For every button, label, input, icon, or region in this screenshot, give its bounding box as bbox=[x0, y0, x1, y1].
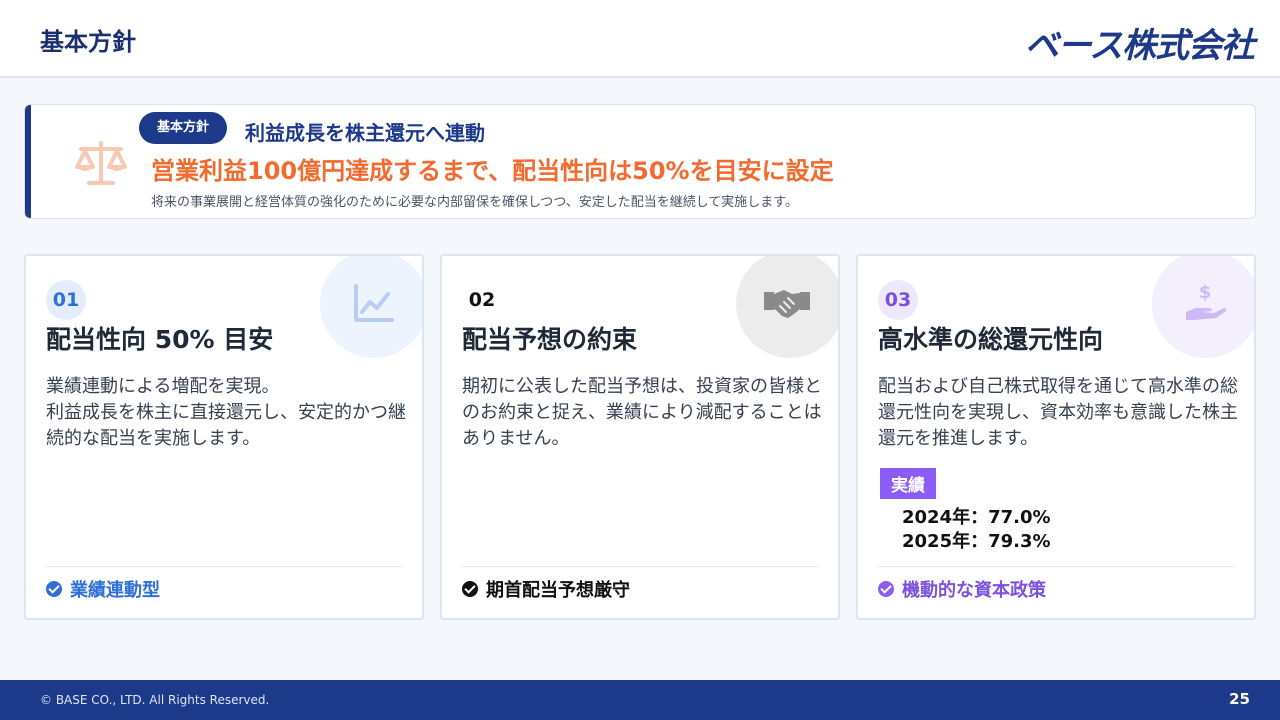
check-circle-icon bbox=[46, 581, 62, 597]
card-divider bbox=[878, 566, 1234, 567]
card-body-line: 利益成長を株主に直接還元し、安定的かつ継続的な配当を実施します。 bbox=[46, 402, 406, 449]
card-number: 03 bbox=[878, 280, 918, 320]
svg-text:$: $ bbox=[1199, 282, 1212, 303]
chart-line-icon bbox=[320, 256, 422, 358]
card-title: 配当性向 50% 目安 bbox=[46, 325, 274, 354]
card-body-line: 業績連動による増配を実現。 bbox=[46, 376, 280, 397]
card-number: 02 bbox=[468, 289, 496, 311]
banner-heading: 利益成長を株主還元へ連動 bbox=[245, 121, 485, 145]
card-body: 期初に公表した配当予想は、投資家の皆様とのお約束と捉え、業績により減配することは… bbox=[462, 374, 824, 452]
result-item: 2025年：79.3% bbox=[902, 531, 1051, 552]
results-label: 実績 bbox=[880, 468, 936, 499]
hand-dollar-icon: $ bbox=[1152, 256, 1254, 358]
banner-main-statement: 営業利益100億円達成するまで、配当性向は50%を目安に設定 bbox=[151, 157, 834, 185]
card-footer-label: 機動的な資本政策 bbox=[902, 580, 1046, 601]
card-title: 高水準の総還元性向 bbox=[878, 325, 1104, 354]
banner-accent-bar bbox=[25, 105, 31, 218]
card-divider bbox=[462, 566, 818, 567]
card-footer: 業績連動型 bbox=[46, 576, 160, 602]
company-logo: ベース株式会社 bbox=[1024, 26, 1255, 66]
policy-card-2: 02 配当予想の約束 期初に公表した配当予想は、投資家の皆様とのお約束と捉え、業… bbox=[440, 254, 840, 620]
banner-description: 将来の事業展開と経営体質の強化のために必要な内部留保を確保しつつ、安定した配当を… bbox=[151, 195, 799, 210]
results-list: 2024年：77.0% 2025年：79.3% bbox=[902, 506, 1051, 554]
card-footer-label: 業績連動型 bbox=[70, 580, 160, 601]
policy-card-1: 01 配当性向 50% 目安 業績連動による増配を実現。 利益成長を株主に直接還… bbox=[24, 254, 424, 620]
policy-card-3: $ 03 高水準の総還元性向 配当および自己株式取得を通じて高水準の総還元性向を… bbox=[856, 254, 1256, 620]
card-body-line: 期初に公表した配当予想は、投資家の皆様とのお約束と捉え、業績により減配することは… bbox=[462, 376, 822, 449]
page-title: 基本方針 bbox=[40, 28, 136, 56]
policy-badge: 基本方針 bbox=[139, 112, 228, 144]
card-body: 業績連動による増配を実現。 利益成長を株主に直接還元し、安定的かつ継続的な配当を… bbox=[46, 374, 408, 452]
card-body: 配当および自己株式取得を通じて高水準の総還元性向を実現し、資本効率も意識した株主… bbox=[878, 374, 1240, 452]
card-number: 01 bbox=[46, 280, 86, 320]
header: 基本方針 ベース株式会社 bbox=[0, 0, 1280, 78]
handshake-icon bbox=[736, 256, 838, 358]
check-circle-icon bbox=[878, 581, 894, 597]
copyright: © BASE CO., LTD. All Rights Reserved. bbox=[40, 693, 270, 707]
card-divider bbox=[46, 566, 402, 567]
page-number: 25 bbox=[1229, 690, 1250, 708]
card-body-line: 配当および自己株式取得を通じて高水準の総還元性向を実現し、資本効率も意識した株主… bbox=[878, 376, 1238, 449]
policy-banner: 基本方針 利益成長を株主還元へ連動 営業利益100億円達成するまで、配当性向は5… bbox=[24, 104, 1256, 219]
card-footer: 機動的な資本政策 bbox=[878, 576, 1046, 602]
card-title: 配当予想の約束 bbox=[462, 325, 638, 354]
scales-icon bbox=[73, 137, 129, 189]
card-footer-label: 期首配当予想厳守 bbox=[486, 580, 630, 601]
check-circle-icon bbox=[462, 581, 478, 597]
footer-bar: © BASE CO., LTD. All Rights Reserved. 25 bbox=[0, 680, 1280, 720]
card-footer: 期首配当予想厳守 bbox=[462, 576, 630, 602]
result-item: 2024年：77.0% bbox=[902, 507, 1051, 528]
